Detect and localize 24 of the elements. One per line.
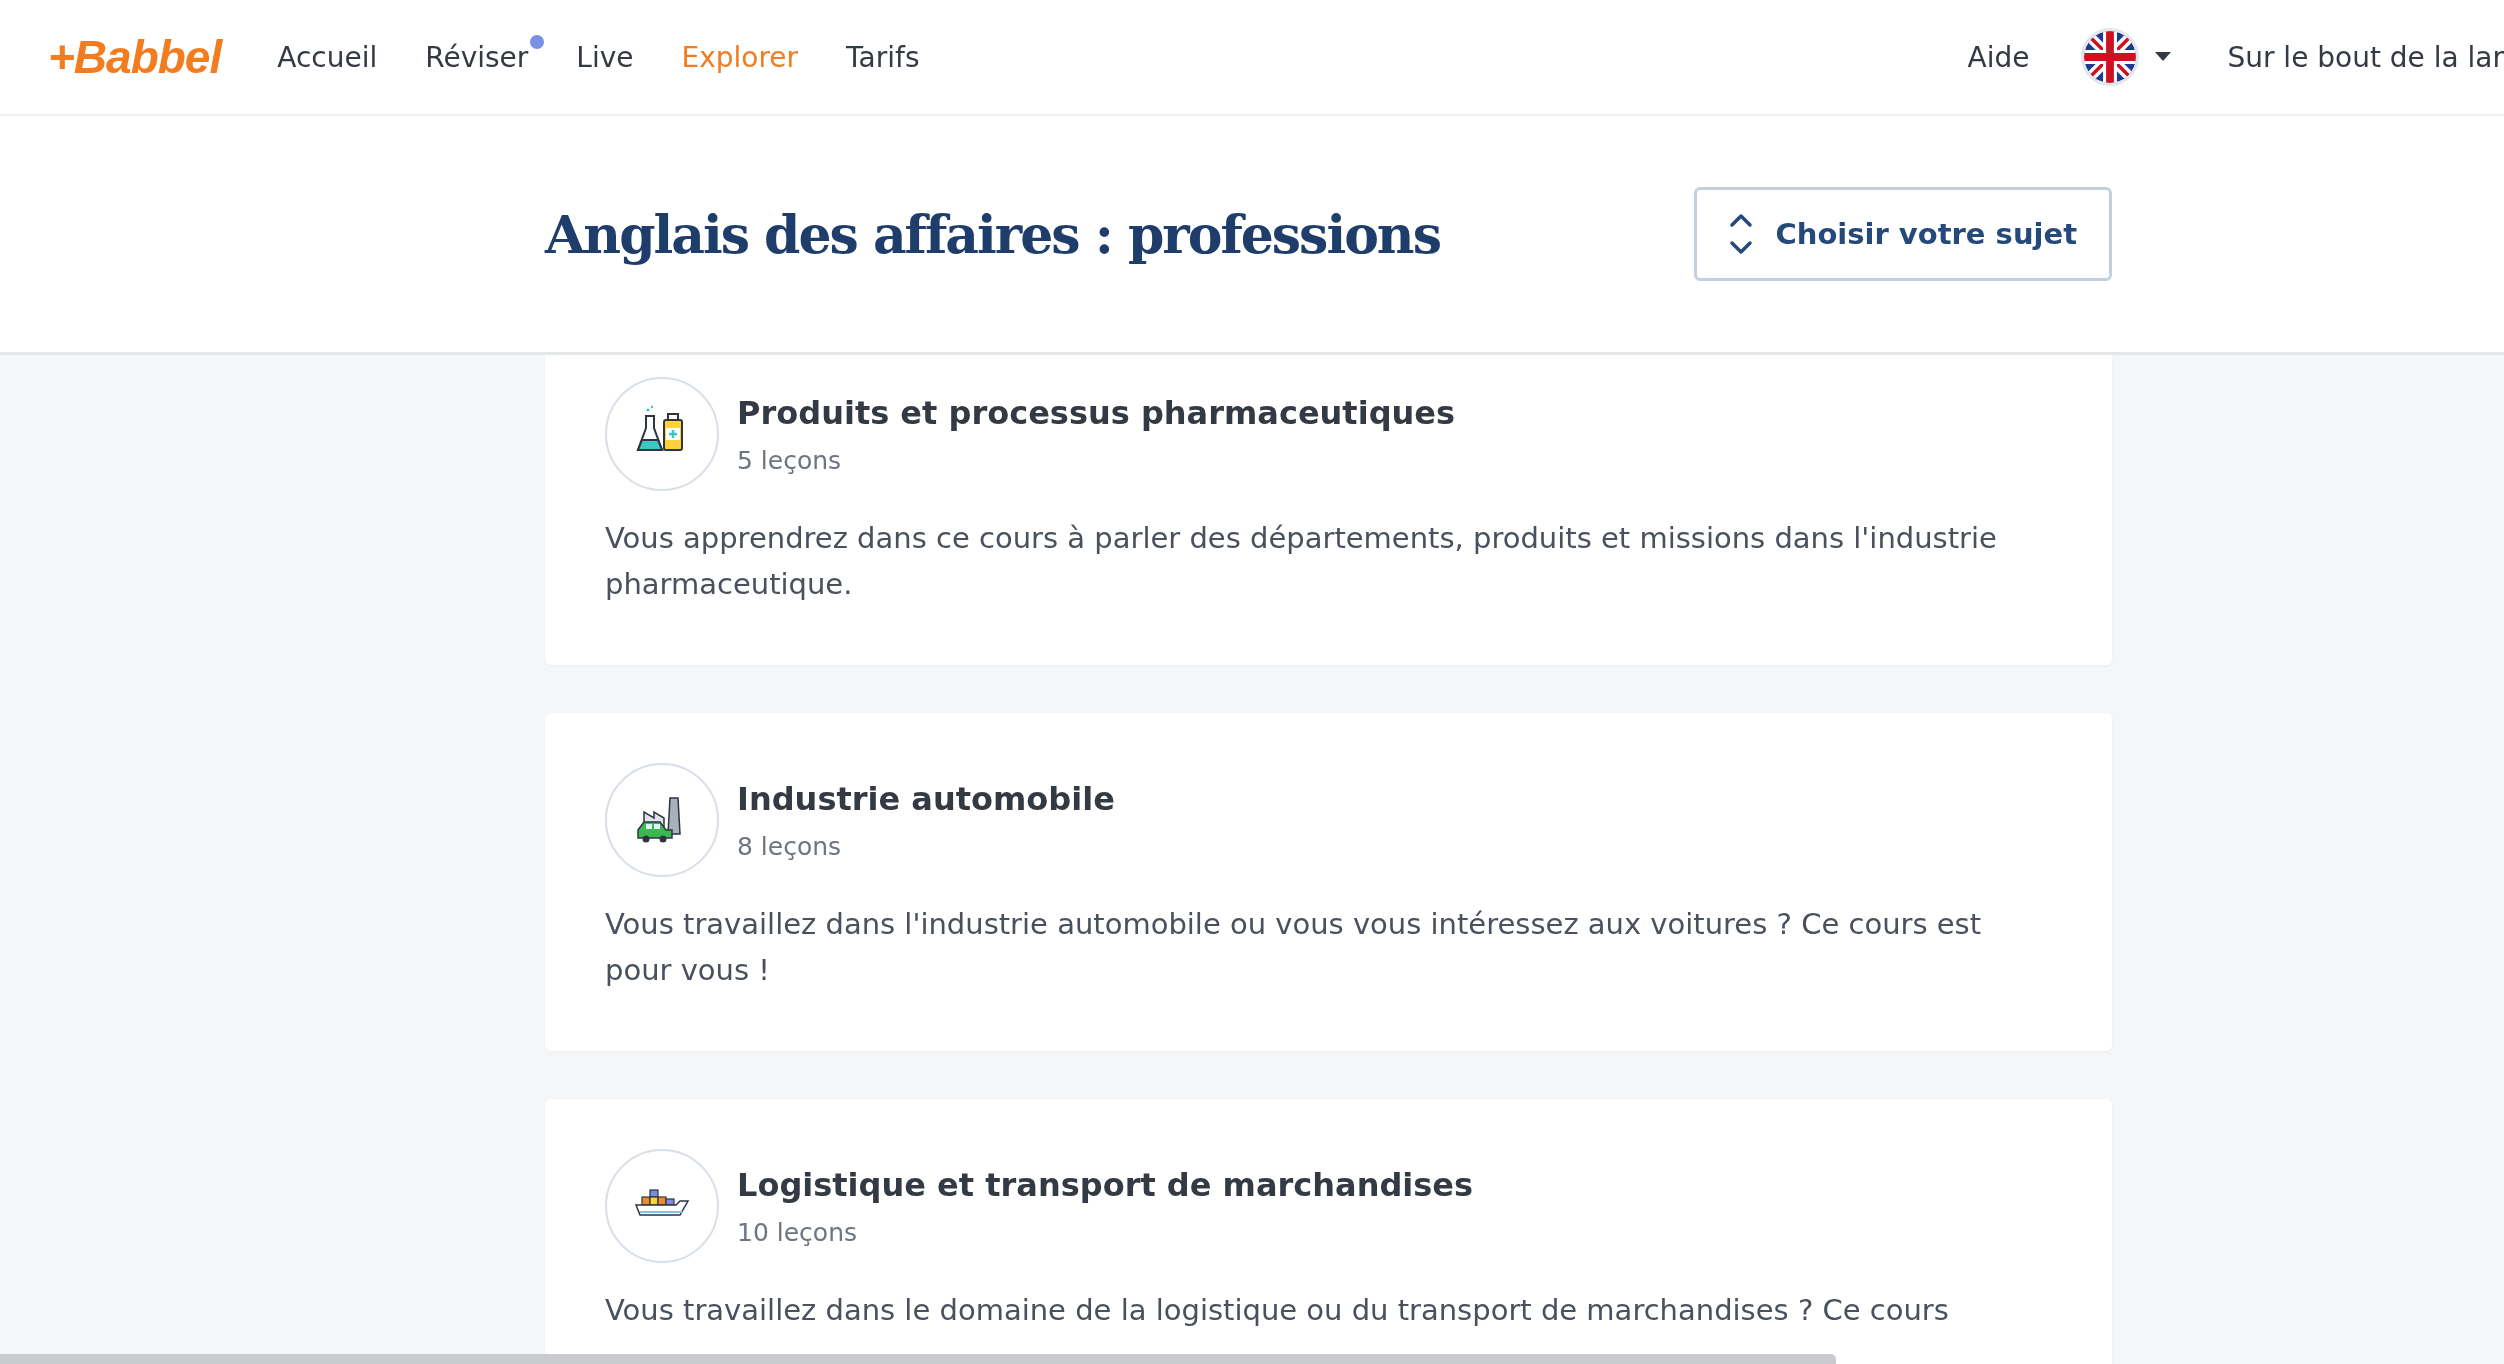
lesson-count: 5 leçons	[737, 445, 843, 475]
account-link[interactable]: Sur le bout de la lar	[2227, 40, 2504, 74]
nav-link[interactable]: Accueil	[277, 32, 378, 82]
nav-link[interactable]: Live	[576, 32, 634, 82]
nav-link[interactable]: Tarifs	[846, 32, 920, 82]
nav-link[interactable]: Réviser	[425, 32, 529, 82]
page-title: Anglais des affaires : professions	[545, 203, 1440, 265]
up-down-chevron-icon	[1729, 213, 1754, 255]
course-title[interactable]: Logistique et transport de marchandises	[737, 1165, 1474, 1204]
course-card[interactable]: Logistique et transport de marchandises 10 leçons Vous travaillez dans le domaine de la logistique ou du transport de marchandises ? Ce cours	[545, 1099, 2112, 1364]
topic-select-button[interactable]: Choisir votre sujet	[1694, 187, 2112, 281]
course-card[interactable]: Produits et processus pharmaceutiques 5 leçons Vous apprendrez dans ce cours à parler des départements, produits et missions dans l'industrie pharmaceutique.	[545, 355, 2112, 665]
help-link[interactable]: Aide	[1967, 40, 2030, 74]
course-title[interactable]: Produits et processus pharmaceutiques	[737, 393, 1456, 432]
scrollbar[interactable]	[0, 1354, 1836, 1364]
course-title[interactable]: Industrie automobile	[737, 779, 1115, 818]
lesson-count: 8 leçons	[737, 831, 843, 861]
course-card[interactable]: Industrie automobile 8 leçons Vous travaillez dans l'industrie automobile ou vous vous intéressez aux voitures ? Ce cours est pour vous !	[545, 713, 2112, 1051]
course-description: Vous travaillez dans l'industrie automobile ou vous vous intéressez aux voitures ? Ce cours est pour vous !	[605, 906, 1983, 989]
caret-icon[interactable]	[2155, 52, 2172, 62]
course-description: Vous travaillez dans le domaine de la logistique ou du transport de marchandises ? Ce cours	[605, 1292, 1950, 1329]
uk-flag-icon[interactable]	[2081, 28, 2140, 86]
course-description: Vous apprendrez dans ce cours à parler des départements, produits et missions dans l'industrie pharmaceutique.	[605, 520, 1998, 603]
lesson-count: 10 leçons	[737, 1217, 858, 1247]
